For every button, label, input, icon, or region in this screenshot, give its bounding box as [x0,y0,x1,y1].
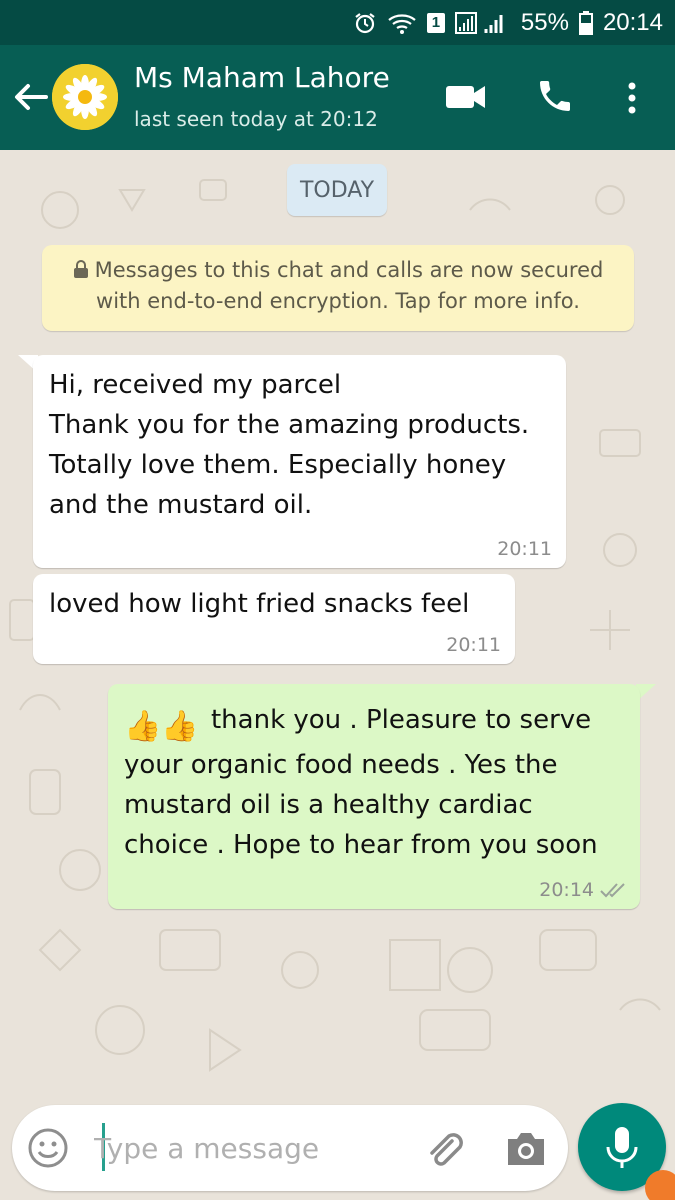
incoming-message[interactable]: loved how light fried snacks feel 20:11 [33,574,515,664]
more-vert-icon[interactable] [620,78,644,118]
video-call-icon[interactable] [444,81,488,113]
microphone-icon [606,1127,638,1168]
sim-badge: 1 [426,12,445,33]
emoji-icon[interactable] [26,1126,70,1170]
message-composer [12,1105,568,1191]
chat-header: Ms Maham Lahore last seen today at 20:12 [0,45,675,150]
paperclip-icon[interactable] [422,1127,466,1171]
thumbs-up-emoji: 👍👍 [124,709,199,744]
outgoing-message[interactable]: 👍👍 thank you . Pleasure to serve your or… [108,684,640,909]
message-time: 20:11 [497,538,552,560]
avatar[interactable] [52,64,118,130]
encryption-notice-text: Messages to this chat and calls are now … [94,258,604,313]
chat-area[interactable]: TODAY Messages to this chat and calls ar… [0,150,675,1100]
last-seen-status: last seen today at 20:12 [134,107,378,131]
message-text: 👍👍 thank you . Pleasure to serve your or… [124,705,598,860]
wifi-icon [387,11,417,35]
encryption-notice[interactable]: Messages to this chat and calls are now … [42,245,634,331]
status-bar: 1 55% 20:14 [0,0,675,45]
message-time: 20:14 [539,879,626,901]
double-tick-icon [600,883,625,898]
contact-name[interactable]: Ms Maham Lahore [134,61,390,94]
message-time: 20:11 [446,634,501,656]
battery-icon [578,10,593,35]
floating-badge-icon[interactable] [645,1170,675,1200]
phone-icon[interactable] [535,76,575,116]
date-divider: TODAY [287,164,387,216]
battery-percent: 55% [520,8,569,36]
lock-icon [73,256,89,278]
signal-icon [454,11,511,35]
alarm-icon [353,11,377,35]
message-input[interactable] [94,1125,394,1171]
back-arrow-icon[interactable] [10,77,50,117]
camera-icon[interactable] [504,1129,548,1169]
message-text: loved how light fried snacks feel [49,589,470,619]
incoming-message[interactable]: Hi, received my parcel Thank you for the… [33,355,566,568]
clock: 20:14 [602,8,663,36]
message-text: Hi, received my parcel Thank you for the… [49,370,530,520]
